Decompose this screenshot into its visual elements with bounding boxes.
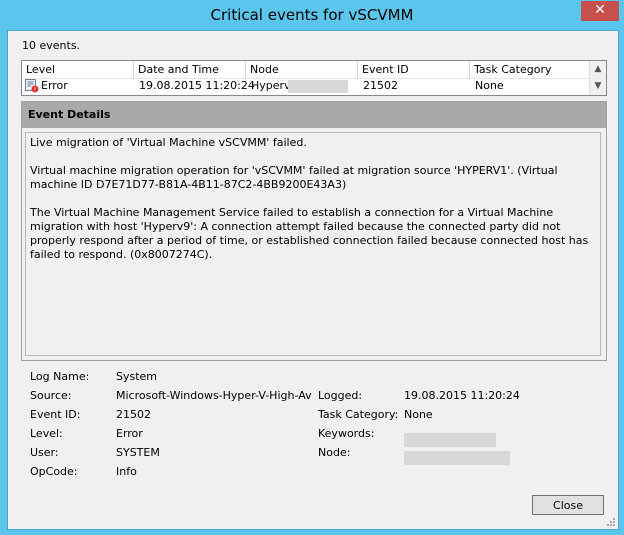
- log-name-value: System: [116, 370, 158, 383]
- log-name-label: Log Name:: [30, 370, 90, 383]
- title-bar: Critical events for vSCVMM ✕: [0, 0, 624, 30]
- level-value: Error: [116, 427, 143, 440]
- redacted-keywords: [404, 433, 496, 447]
- resize-grip-icon[interactable]: [606, 517, 616, 527]
- error-event-icon: !: [25, 79, 39, 93]
- keywords-label: Keywords:: [318, 427, 375, 440]
- source-value: Microsoft-Windows-Hyper-V-High-Avai...: [116, 389, 312, 402]
- list-header: Level Date and Time Node Event ID Task C…: [22, 61, 590, 79]
- opcode-value: Info: [116, 465, 137, 478]
- event-list[interactable]: Level Date and Time Node Event ID Task C…: [21, 60, 607, 96]
- svg-text:!: !: [34, 86, 36, 93]
- row-event-id: 21502: [363, 79, 398, 92]
- event-details-panel: Event Details Live migration of 'Virtual…: [21, 101, 607, 361]
- event-count: 10 events.: [22, 39, 81, 52]
- row-task-category: None: [475, 79, 504, 92]
- window-close-button[interactable]: ✕: [581, 1, 619, 21]
- logged-value: 19.08.2015 11:20:24: [404, 389, 520, 402]
- column-header-date[interactable]: Date and Time: [134, 61, 246, 78]
- column-header-level[interactable]: Level: [22, 61, 134, 78]
- opcode-label: OpCode:: [30, 465, 78, 478]
- node-label: Node:: [318, 446, 351, 459]
- event-id-label: Event ID:: [30, 408, 81, 421]
- row-datetime: 19.08.2015 11:20:24: [139, 79, 255, 92]
- scroll-up-icon[interactable]: ▲: [590, 61, 606, 78]
- column-header-task-category[interactable]: Task Category: [470, 61, 590, 78]
- column-header-event-id[interactable]: Event ID: [358, 61, 470, 78]
- user-value: SYSTEM: [116, 446, 160, 459]
- source-label: Source:: [30, 389, 72, 402]
- task-category-value: None: [404, 408, 433, 421]
- column-header-node[interactable]: Node: [246, 61, 358, 78]
- user-label: User:: [30, 446, 59, 459]
- event-details-message[interactable]: Live migration of 'Virtual Machine vSCVM…: [25, 132, 601, 356]
- logged-label: Logged:: [318, 389, 363, 402]
- row-node: Hyperv: [251, 79, 291, 92]
- scroll-down-icon[interactable]: ▼: [590, 78, 606, 95]
- event-details-header: Event Details: [22, 102, 606, 128]
- event-id-value: 21502: [116, 408, 151, 421]
- row-level: Error: [41, 79, 68, 92]
- close-button[interactable]: Close: [532, 495, 604, 515]
- task-category-label: Task Category:: [318, 408, 399, 421]
- redacted-node-name: [288, 80, 348, 93]
- level-label: Level:: [30, 427, 63, 440]
- dialog-client: 10 events. Level Date and Time Node Even…: [7, 30, 619, 530]
- window-title: Critical events for vSCVMM: [210, 6, 414, 24]
- list-scrollbar[interactable]: ▲ ▼: [589, 61, 606, 95]
- redacted-node: [404, 451, 510, 465]
